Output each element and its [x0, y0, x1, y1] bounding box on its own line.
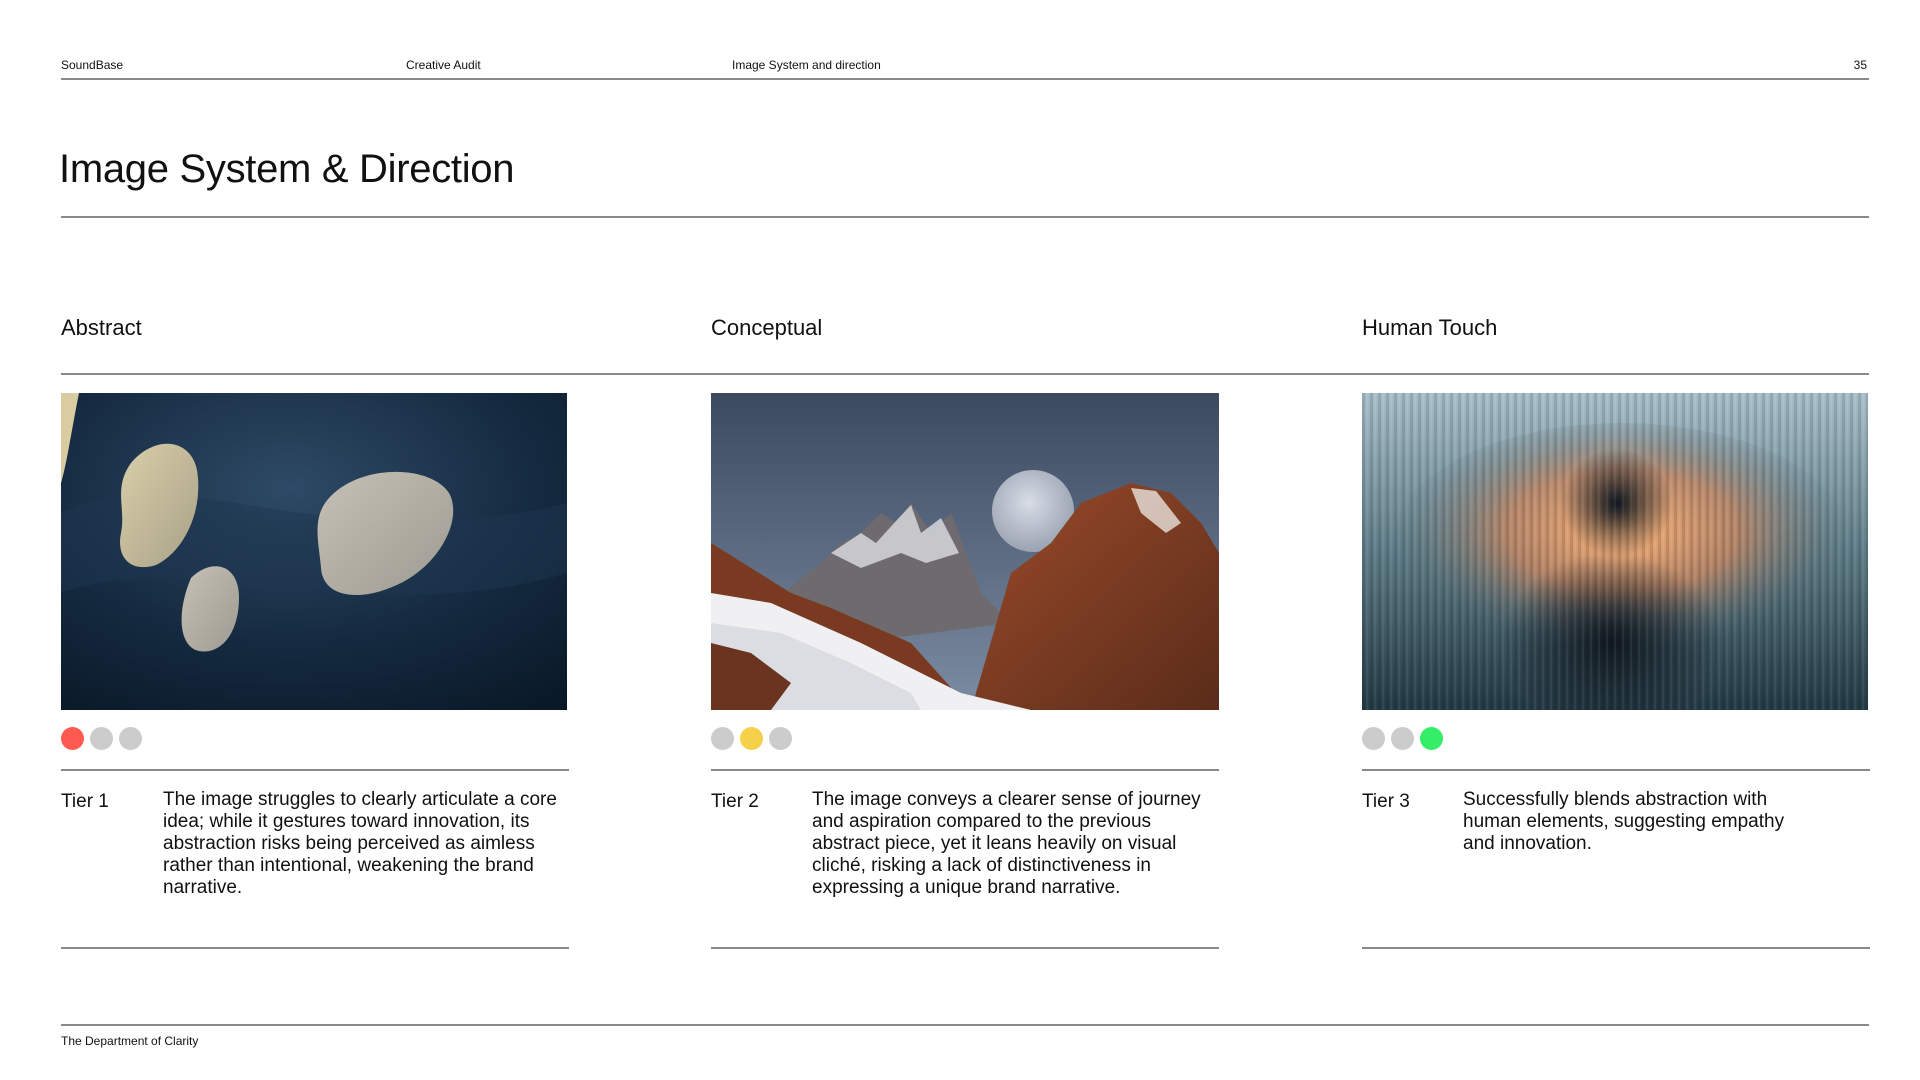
rating-dot [90, 727, 113, 750]
rating-dot-active [1420, 727, 1443, 750]
description-abstract: The image struggles to clearly articulat… [163, 789, 557, 898]
header-section: Creative Audit [406, 58, 481, 72]
divider-conceptual-top [711, 769, 1219, 771]
header-divider [61, 78, 1869, 80]
page-title: Image System & Direction [59, 147, 515, 191]
header-brand: SoundBase [61, 58, 124, 72]
rating-dots-human-touch [1362, 727, 1443, 750]
column-title-abstract: Abstract [61, 315, 142, 340]
rating-dot-active [740, 727, 763, 750]
title-divider [61, 216, 1869, 218]
abstract-image [61, 393, 567, 710]
header-subsection: Image System and direction [732, 58, 881, 72]
rating-dots-conceptual [711, 727, 792, 750]
rating-dot [1362, 727, 1385, 750]
columns-divider [61, 373, 1869, 375]
conceptual-image [711, 393, 1219, 710]
tier-label-conceptual: Tier 2 [711, 791, 759, 812]
divider-human-touch-top [1362, 769, 1870, 771]
rating-dot [711, 727, 734, 750]
rating-dot [1391, 727, 1414, 750]
tier-label-abstract: Tier 1 [61, 791, 109, 812]
divider-abstract-bottom [61, 947, 569, 949]
divider-human-touch-bottom [1362, 947, 1870, 949]
column-title-human-touch: Human Touch [1362, 315, 1498, 340]
description-conceptual: The image conveys a clearer sense of jou… [812, 789, 1201, 898]
footer-text: The Department of Clarity [61, 1034, 199, 1048]
tier-label-human-touch: Tier 3 [1362, 791, 1410, 812]
divider-abstract-top [61, 769, 569, 771]
footer-divider [61, 1024, 1869, 1026]
rating-dot [119, 727, 142, 750]
rating-dot [769, 727, 792, 750]
rating-dot-active [61, 727, 84, 750]
rating-dots-abstract [61, 727, 142, 750]
divider-conceptual-bottom [711, 947, 1219, 949]
description-human-touch: Successfully blends abstraction with hum… [1463, 789, 1785, 854]
human-touch-image [1362, 393, 1868, 710]
column-title-conceptual: Conceptual [711, 315, 823, 340]
page-number: 35 [1853, 58, 1867, 72]
